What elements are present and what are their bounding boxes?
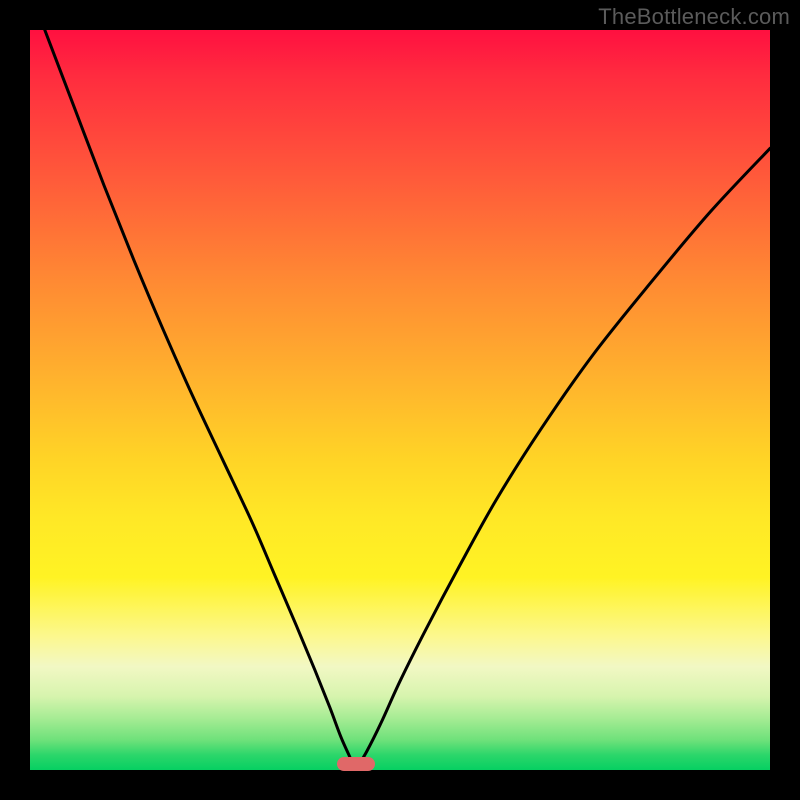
- curve-layer: [30, 30, 770, 770]
- watermark-text: TheBottleneck.com: [598, 4, 790, 30]
- curve-right-branch: [356, 148, 770, 770]
- minimum-marker: [337, 757, 375, 771]
- curve-left-branch: [45, 30, 356, 770]
- chart-frame: TheBottleneck.com: [0, 0, 800, 800]
- plot-area: [30, 30, 770, 770]
